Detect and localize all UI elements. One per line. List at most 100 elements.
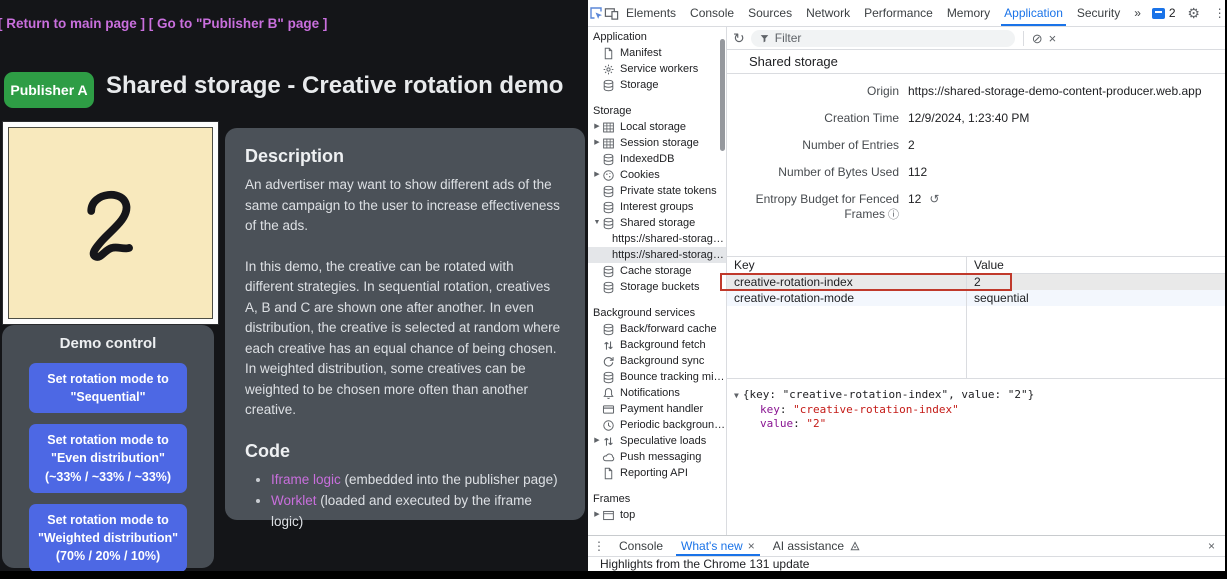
chevron-right-icon[interactable]: ▶ [592,167,602,183]
sidebar-item-session-storage[interactable]: ▶Session storage [588,135,726,151]
chevron-right-icon[interactable]: ▶ [592,119,602,135]
issues-count: 2 [1169,6,1176,20]
sidebar-item-top[interactable]: ▶top [588,507,726,523]
database-icon [602,323,615,336]
table-row[interactable]: creative-rotation-index2 [727,274,1225,290]
sidebar-item-push-messaging[interactable]: Push messaging [588,449,726,465]
column-header-key[interactable]: Key [727,257,966,273]
table-empty-area [727,306,1225,378]
drawer-menu-kebab-icon[interactable]: ⋮ [588,536,610,556]
sidebar-item-label: https://shared-storage… [612,247,726,263]
chevron-right-icon[interactable]: ▶ [592,433,602,449]
drawer-tab-what-s-new[interactable]: What's new × [672,536,764,556]
sidebar-item-label: Back/forward cache [620,321,717,337]
sidebar-item-storage[interactable]: Storage [588,77,726,93]
drawer-tab-console[interactable]: Console [610,536,672,556]
sidebar-item-cookies[interactable]: ▶Cookies [588,167,726,183]
tab-console[interactable]: Console [683,0,741,26]
delete-selected-icon[interactable]: × [1049,32,1057,45]
sidebar-item-label: Background fetch [620,337,706,353]
refresh-icon[interactable]: ↻ [733,31,745,45]
expand-triangle-icon[interactable]: ▼ [734,391,739,400]
clear-all-icon[interactable]: ⊘ [1032,32,1043,45]
set-rotation-mode-button-2[interactable]: Set rotation mode to "Weighted distribut… [29,504,187,572]
issues-counter[interactable]: 2 [1148,6,1180,20]
chevron-right-icon[interactable]: ▶ [592,135,602,151]
tab-network[interactable]: Network [799,0,857,26]
tab-close-icon[interactable]: × [748,539,755,553]
report-field-value: 2 [908,138,915,152]
publisher-b-link[interactable]: [ Go to "Publisher B" page ] [149,16,328,31]
chevron-right-icon[interactable]: ▶ [592,507,602,523]
settings-gear-icon[interactable]: ⚙ [1182,5,1206,22]
sidebar-item-label: Private state tokens [620,183,717,199]
database-icon [602,217,615,230]
sidebar-item-payment-handler[interactable]: Payment handler [588,401,726,417]
sidebar-item-interest-groups[interactable]: Interest groups [588,199,726,215]
sidebar-item-manifest[interactable]: Manifest [588,45,726,61]
sidebar-item-https-shared-storage[interactable]: https://shared-storage… [588,247,726,263]
sidebar-item-shared-storage[interactable]: ▼Shared storage [588,215,726,231]
tab-sources[interactable]: Sources [741,0,799,26]
whats-new-content[interactable]: Highlights from the Chrome 131 update [588,557,1225,572]
preview-summary-line[interactable]: ▼{key: "creative-rotation-index", value:… [734,388,1225,403]
return-main-link[interactable]: [ Return to main page ] [0,16,145,31]
sidebar-item-background-fetch[interactable]: Background fetch [588,337,726,353]
sidebar-item-cache-storage[interactable]: Cache storage [588,263,726,279]
cookie-icon [602,169,615,182]
report-field-value-text: 112 [908,165,927,179]
report-field-label: Entropy Budget for Fenced Framesⓘ [727,192,899,222]
reset-budget-icon[interactable]: ↺ [929,192,939,206]
code-link-worklet[interactable]: Worklet [271,493,317,508]
inspect-element-icon[interactable] [588,0,604,26]
report-field-value-text: 12 [908,192,921,206]
code-link-iframe-logic[interactable]: Iframe logic [271,472,341,487]
report-field-row: Originhttps://shared-storage-demo-conten… [727,84,1225,98]
sidebar-item-speculative-loads[interactable]: ▶Speculative loads [588,433,726,449]
tab-application[interactable]: Application [997,0,1070,26]
tab-security[interactable]: Security [1070,0,1127,26]
sidebar-item-https-shared-storage[interactable]: https://shared-storage… [588,231,726,247]
report-field-label: Creation Time [727,111,899,125]
sidebar-item-indexeddb[interactable]: IndexedDB [588,151,726,167]
drawer-tab-label: What's new [681,539,743,553]
report-field-value-text: 2 [908,138,915,152]
code-links-list: Iframe logic (embedded into the publishe… [245,470,565,533]
sidebar-item-label: Manifest [620,45,662,61]
set-rotation-mode-button-0[interactable]: Set rotation mode to "Sequential" [29,363,187,413]
table-icon [602,137,615,150]
report-field-row: Number of Bytes Used112 [727,165,1225,179]
info-icon[interactable]: ⓘ [888,209,899,221]
report-field-value: 12 ↺ [908,192,939,206]
table-cell-key: creative-rotation-mode [727,290,966,306]
sidebar-item-local-storage[interactable]: ▶Local storage [588,119,726,135]
sidebar-item-background-sync[interactable]: Background sync [588,353,726,369]
report-field-row: Creation Time12/9/2024, 1:23:40 PM [727,111,1225,125]
drawer-tab-ai-assistance[interactable]: AI assistance [764,536,870,556]
sidebar-item-service-workers[interactable]: Service workers [588,61,726,77]
publisher-page: [ Return to main page ] [ Go to "Publish… [0,0,588,571]
drawer-close-icon[interactable]: × [1198,536,1225,556]
device-toolbar-icon[interactable] [604,0,619,26]
shared-storage-panel: ↻ Filter ⊘ × Shared storage Originhttps:… [727,27,1225,536]
sidebar-item-bounce-tracking-miti[interactable]: Bounce tracking miti… [588,369,726,385]
set-rotation-mode-button-1[interactable]: Set rotation mode to "Even distribution"… [29,424,187,492]
table-row[interactable]: creative-rotation-modesequential [727,290,1225,306]
database-icon [602,371,615,384]
column-header-value[interactable]: Value [966,257,1225,273]
tab-elements[interactable]: Elements [619,0,683,26]
filter-input[interactable]: Filter [751,30,1015,47]
report-field-label: Origin [727,84,899,98]
sidebar-item-back-forward-cache[interactable]: Back/forward cache [588,321,726,337]
sidebar-item-notifications[interactable]: Notifications [588,385,726,401]
sidebar-scrollbar-thumb[interactable] [720,39,725,151]
chevron-down-icon[interactable]: ▼ [592,215,602,231]
tab-memory[interactable]: Memory [940,0,997,26]
sidebar-item-reporting-api[interactable]: Reporting API [588,465,726,481]
sidebar-item-private-state-tokens[interactable]: Private state tokens [588,183,726,199]
demo-control-title: Demo control [2,335,214,352]
more-tabs-button[interactable]: » [1127,0,1148,26]
tab-performance[interactable]: Performance [857,0,940,26]
sidebar-item-storage-buckets[interactable]: Storage buckets [588,279,726,295]
sidebar-item-periodic-backgroun[interactable]: Periodic backgroun… [588,417,726,433]
